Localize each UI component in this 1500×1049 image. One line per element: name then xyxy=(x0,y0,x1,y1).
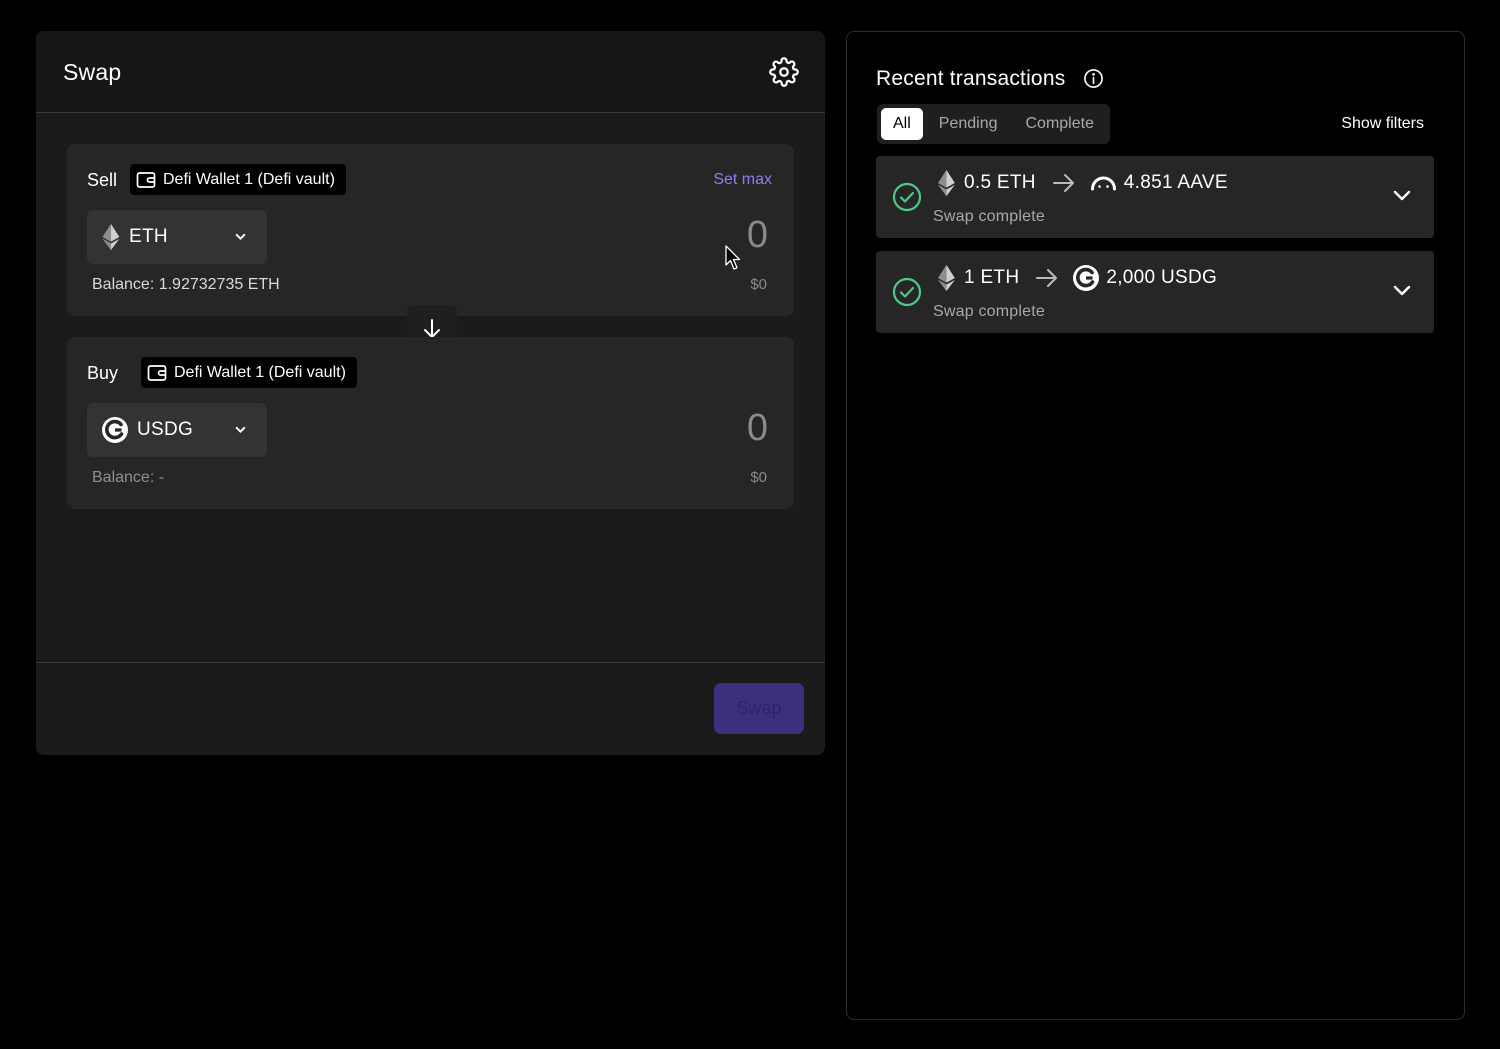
eth-icon xyxy=(938,265,955,291)
buy-label: Buy xyxy=(87,363,119,383)
swap-button[interactable]: Swap xyxy=(714,683,804,734)
settings-gear-icon[interactable] xyxy=(769,57,799,87)
buy-wallet-selector[interactable]: Defi Wallet 1 (Defi vault) xyxy=(141,357,357,388)
sell-balance: Balance: 1.92732735 ETH xyxy=(92,276,280,293)
check-circle-icon xyxy=(892,277,922,307)
sell-card: Sell Defi Wallet 1 (Defi vault) Set max … xyxy=(67,144,794,316)
tab-complete[interactable]: Complete xyxy=(1014,108,1106,140)
set-max-link[interactable]: Set max xyxy=(713,171,772,189)
eth-icon xyxy=(938,170,955,196)
tab-pending[interactable]: Pending xyxy=(927,108,1010,140)
transaction-to: 4.851 AAVE xyxy=(1123,172,1228,193)
usdg-icon xyxy=(1073,265,1100,291)
sell-wallet-selector[interactable]: Defi Wallet 1 (Defi vault) xyxy=(130,164,346,195)
sell-label: Sell xyxy=(87,170,118,190)
chevron-down-icon xyxy=(235,426,246,434)
swap-title: Swap xyxy=(63,59,122,85)
tab-all[interactable]: All xyxy=(881,108,923,140)
transaction-from: 0.5 ETH xyxy=(964,172,1036,193)
transaction-status: Swap complete xyxy=(933,208,1045,225)
show-filters-button[interactable]: Show filters xyxy=(1341,115,1424,133)
transaction-summary: 0.5 ETH 4.851 AAVE xyxy=(938,169,1228,197)
chevron-down-icon xyxy=(235,233,246,241)
arrow-right-icon xyxy=(1036,269,1058,287)
sell-amount-input[interactable]: 0 xyxy=(747,214,768,257)
wallet-icon xyxy=(136,171,156,188)
check-circle-icon xyxy=(892,182,922,212)
transaction-from: 1 ETH xyxy=(964,267,1020,288)
divider xyxy=(36,662,825,663)
chevron-down-icon[interactable] xyxy=(1392,188,1412,202)
aave-icon xyxy=(1090,176,1116,191)
transaction-row[interactable]: 1 ETH 2,000 USDG Swap complete xyxy=(876,251,1434,333)
transaction-filter-tabs: All Pending Complete xyxy=(877,104,1110,144)
transactions-title: Recent transactions xyxy=(876,67,1066,90)
buy-amount-input[interactable]: 0 xyxy=(747,407,768,450)
transaction-status: Swap complete xyxy=(933,303,1045,320)
arrow-right-icon xyxy=(1052,174,1074,192)
usdg-icon xyxy=(102,417,128,443)
sell-token-select[interactable]: ETH xyxy=(87,210,267,264)
sell-usd-value: $0 xyxy=(750,276,767,293)
buy-token-select[interactable]: USDG xyxy=(87,403,267,457)
swap-panel: Swap Sell Defi Wallet 1 (Defi vault) Set… xyxy=(36,31,825,755)
buy-token-name: USDG xyxy=(137,419,194,440)
sell-token-name: ETH xyxy=(129,226,168,247)
swap-header: Swap xyxy=(36,31,825,113)
recent-transactions-panel: Recent transactions All Pending Complete… xyxy=(846,31,1465,1020)
transaction-to: 2,000 USDG xyxy=(1106,267,1218,288)
wallet-icon xyxy=(147,364,167,381)
transaction-summary: 1 ETH 2,000 USDG xyxy=(938,264,1217,292)
buy-usd-value: $0 xyxy=(750,469,767,486)
eth-icon xyxy=(102,224,120,250)
transaction-row[interactable]: 0.5 ETH 4.851 AAVE Swap complete xyxy=(876,156,1434,238)
sell-wallet-name: Defi Wallet 1 (Defi vault) xyxy=(163,170,335,188)
chevron-down-icon[interactable] xyxy=(1392,283,1412,297)
info-icon[interactable] xyxy=(1083,68,1104,89)
buy-wallet-name: Defi Wallet 1 (Defi vault) xyxy=(174,363,346,381)
buy-card: Buy Defi Wallet 1 (Defi vault) USDG 0 Ba… xyxy=(67,337,794,509)
buy-balance: Balance: - xyxy=(92,469,165,486)
